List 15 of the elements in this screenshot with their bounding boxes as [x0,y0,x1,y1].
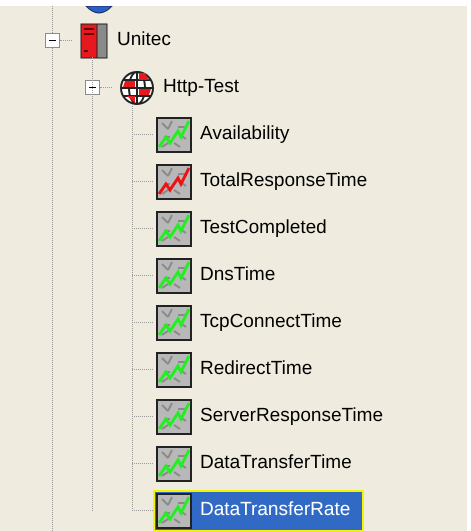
expander-box[interactable] [85,80,100,95]
tree-item[interactable]: Unitec [115,26,173,55]
tree-item[interactable]: DataTransferTime [198,449,354,478]
tree-item[interactable]: TestCompleted [198,214,329,243]
tree-item[interactable]: DnsTime [198,261,278,290]
node-icon [84,6,114,16]
tree-item[interactable]: ServerResponseTime [198,402,386,431]
tree-item[interactable]: RedirectTime [198,355,314,384]
server-icon [79,22,109,58]
tree-item[interactable]: Http-Test [161,73,242,102]
tree-item[interactable]: Availability [198,120,292,149]
globe-icon [119,70,155,106]
tree-item[interactable]: TotalResponseTime [198,167,370,196]
expander-box[interactable] [45,33,60,48]
tree-item[interactable]: TcpConnectTime [198,308,344,337]
